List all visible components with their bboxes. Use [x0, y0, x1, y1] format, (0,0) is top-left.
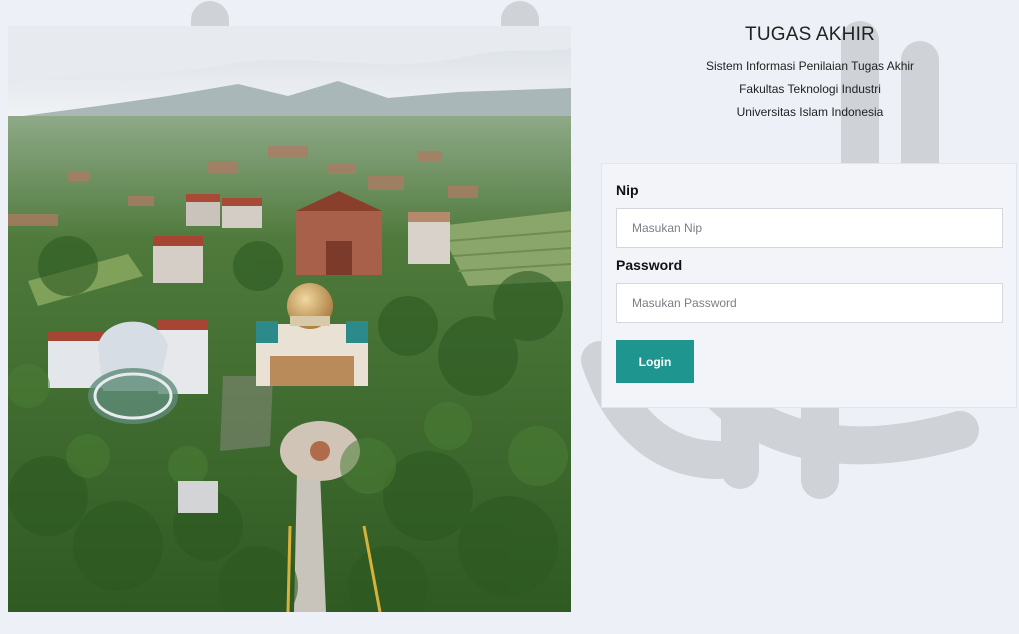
page-title: TUGAS AKHIR — [745, 24, 875, 45]
app-header: TUGAS AKHIR Sistem Informasi Penilaian T… — [600, 24, 1019, 125]
subtitle-university: Universitas Islam Indonesia — [736, 105, 884, 119]
campus-photo-icon — [8, 26, 571, 612]
login-form: Nip Password Login — [601, 163, 1017, 408]
login-page: TUGAS AKHIR Sistem Informasi Penilaian T… — [0, 0, 1019, 634]
nip-input[interactable] — [616, 208, 1003, 248]
subtitle-faculty: Fakultas Teknologi Industri — [739, 82, 881, 96]
campus-aerial-photo — [8, 26, 571, 612]
password-input[interactable] — [616, 283, 1003, 323]
subtitle-system: Sistem Informasi Penilaian Tugas Akhir — [705, 59, 915, 73]
nip-label: Nip — [616, 182, 639, 198]
login-button[interactable]: Login — [616, 340, 694, 383]
password-label: Password — [616, 257, 683, 273]
